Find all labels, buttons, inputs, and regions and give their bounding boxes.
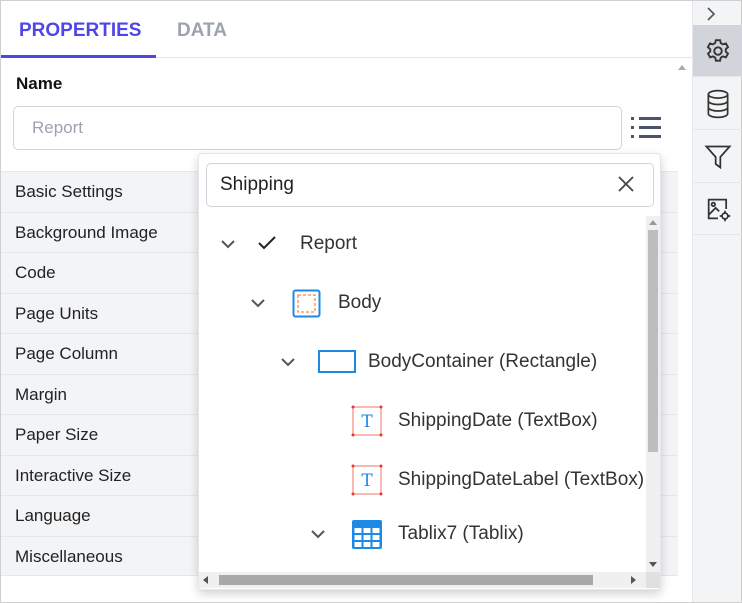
scroll-left-arrow[interactable] [203, 576, 208, 584]
item-search-input[interactable]: Shipping [206, 163, 654, 207]
item-tree: Report Body BodyContainer (Rectangle) T … [199, 216, 646, 572]
svg-text:T: T [361, 471, 373, 491]
chevron-down-icon [251, 299, 265, 308]
tree-node-label: Body [338, 292, 382, 313]
chevron-down-icon [311, 530, 325, 539]
tree-node-tablix7[interactable]: Tablix7 (Tablix) [199, 514, 646, 554]
report-item-picker-popup: Shipping Report Body BodyContainer (Rect… [198, 153, 661, 590]
tree-node-label: ShippingDate (TextBox) [398, 410, 598, 431]
right-toolbar [692, 1, 742, 602]
tree-node-report[interactable]: Report [199, 224, 646, 264]
tree-node-label: ShippingDateLabel (TextBox) [398, 469, 645, 490]
vertical-scroll-thumb[interactable] [648, 230, 658, 452]
body-icon [292, 289, 321, 318]
scroll-up-arrow[interactable] [649, 220, 657, 225]
tree-node-label: BodyContainer (Rectangle) [368, 351, 598, 372]
name-input[interactable]: Report [13, 106, 622, 150]
textbox-icon: T [351, 464, 383, 496]
check-icon [258, 236, 276, 250]
tab-properties[interactable]: PROPERTIES [19, 20, 141, 42]
tree-node-label: Tablix7 (Tablix) [398, 523, 524, 544]
chevron-down-icon [221, 240, 235, 249]
active-tab-indicator [1, 55, 156, 58]
tree-horizontal-scrollbar[interactable] [199, 572, 646, 588]
svg-text:T: T [361, 412, 373, 432]
tab-data[interactable]: DATA [177, 20, 227, 42]
tablix-icon [352, 520, 382, 549]
textbox-icon: T [351, 405, 383, 437]
scroll-down-arrow[interactable] [649, 562, 657, 567]
tree-node-label: Report [300, 233, 358, 254]
scroll-right-arrow[interactable] [631, 576, 636, 584]
horizontal-scroll-thumb[interactable] [219, 575, 593, 585]
tree-node-body[interactable]: Body [199, 283, 646, 323]
tab-bar: PROPERTIES DATA [1, 1, 692, 58]
tree-node-shippingdate[interactable]: T ShippingDate (TextBox) [199, 401, 646, 441]
panel-scroll-up-arrow[interactable] [678, 65, 686, 70]
scrollbar-corner [646, 572, 660, 588]
tree-node-bodycontainer[interactable]: BodyContainer (Rectangle) [199, 342, 646, 382]
chevron-down-icon [281, 358, 295, 367]
image-settings-icon[interactable] [693, 183, 742, 235]
item-list-icon[interactable] [629, 115, 663, 141]
tree-vertical-scrollbar[interactable] [646, 216, 660, 572]
database-icon[interactable] [693, 78, 742, 130]
tree-node-shippingdatelabel[interactable]: T ShippingDateLabel (TextBox) [199, 460, 646, 500]
gear-icon[interactable] [693, 25, 742, 77]
name-label: Name [16, 74, 63, 93]
clear-search-icon[interactable] [616, 174, 644, 199]
rectangle-icon [318, 350, 356, 373]
filter-icon[interactable] [693, 131, 742, 183]
